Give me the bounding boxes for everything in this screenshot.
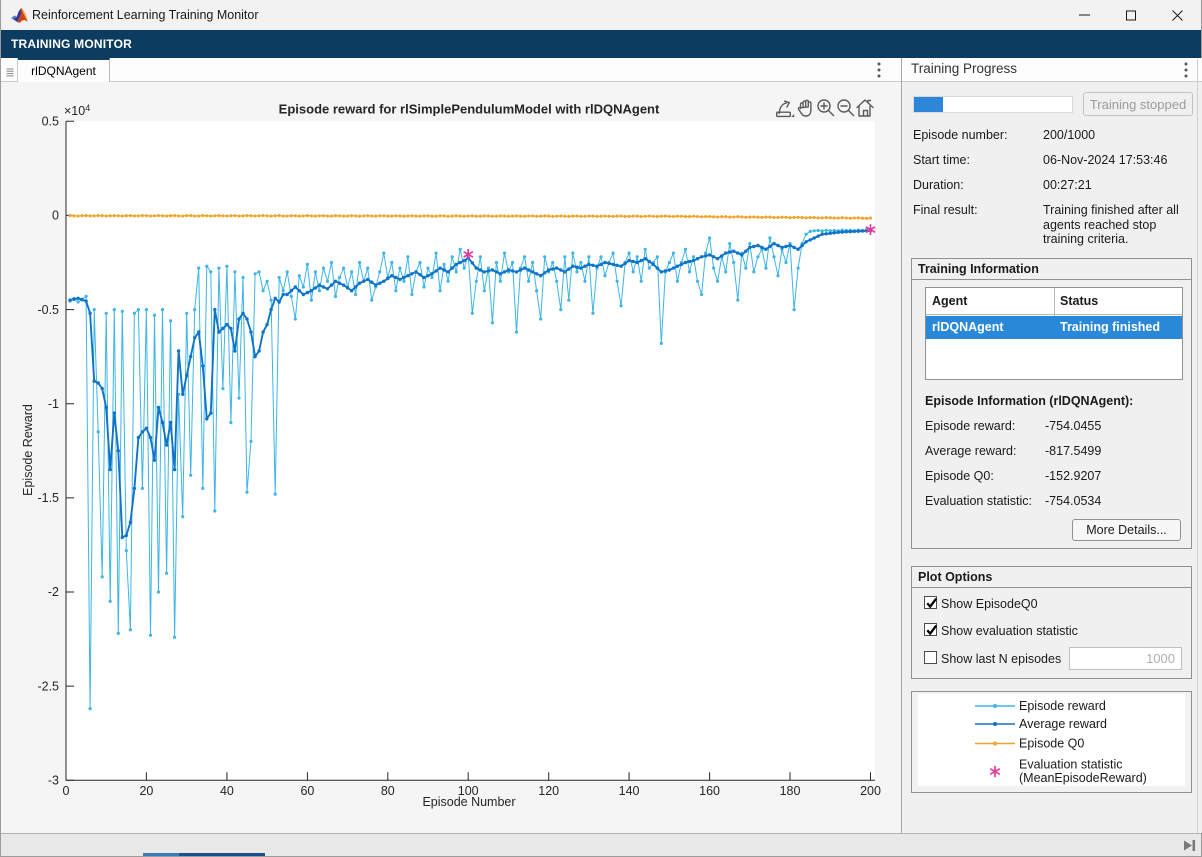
svg-text:0.5: 0.5 [42, 115, 59, 129]
svg-text:60: 60 [300, 784, 314, 798]
svg-text:-2: -2 [48, 585, 59, 599]
svg-text:-1.5: -1.5 [37, 491, 59, 505]
svg-text:Evaluation statistic: Evaluation statistic [1019, 758, 1123, 772]
svg-text:Episode Number: Episode Number [422, 795, 515, 809]
svg-text:-0.5: -0.5 [37, 303, 59, 317]
svg-text:Episode reward for rlSimplePen: Episode reward for rlSimplePendulumModel… [279, 102, 660, 117]
svg-text:20: 20 [139, 784, 153, 798]
svg-text:140: 140 [619, 784, 640, 798]
svg-text:Episode Reward: Episode Reward [21, 404, 35, 496]
svg-text:Episode Q0: Episode Q0 [1019, 737, 1084, 751]
svg-text:-2.5: -2.5 [37, 679, 59, 693]
svg-text:180: 180 [780, 784, 801, 798]
svg-text:200: 200 [860, 784, 881, 798]
svg-text:Episode reward: Episode reward [1019, 699, 1106, 713]
svg-text:40: 40 [220, 784, 234, 798]
svg-text:-3: -3 [48, 774, 59, 788]
svg-text:-1: -1 [48, 397, 59, 411]
svg-text:×104: ×104 [64, 103, 90, 118]
svg-text:Average reward: Average reward [1019, 717, 1107, 731]
svg-text:(MeanEpisodeReward): (MeanEpisodeReward) [1019, 771, 1147, 785]
svg-text:0: 0 [52, 209, 59, 223]
svg-text:0: 0 [63, 784, 70, 798]
svg-text:160: 160 [699, 784, 720, 798]
svg-text:120: 120 [538, 784, 559, 798]
svg-text:80: 80 [381, 784, 395, 798]
